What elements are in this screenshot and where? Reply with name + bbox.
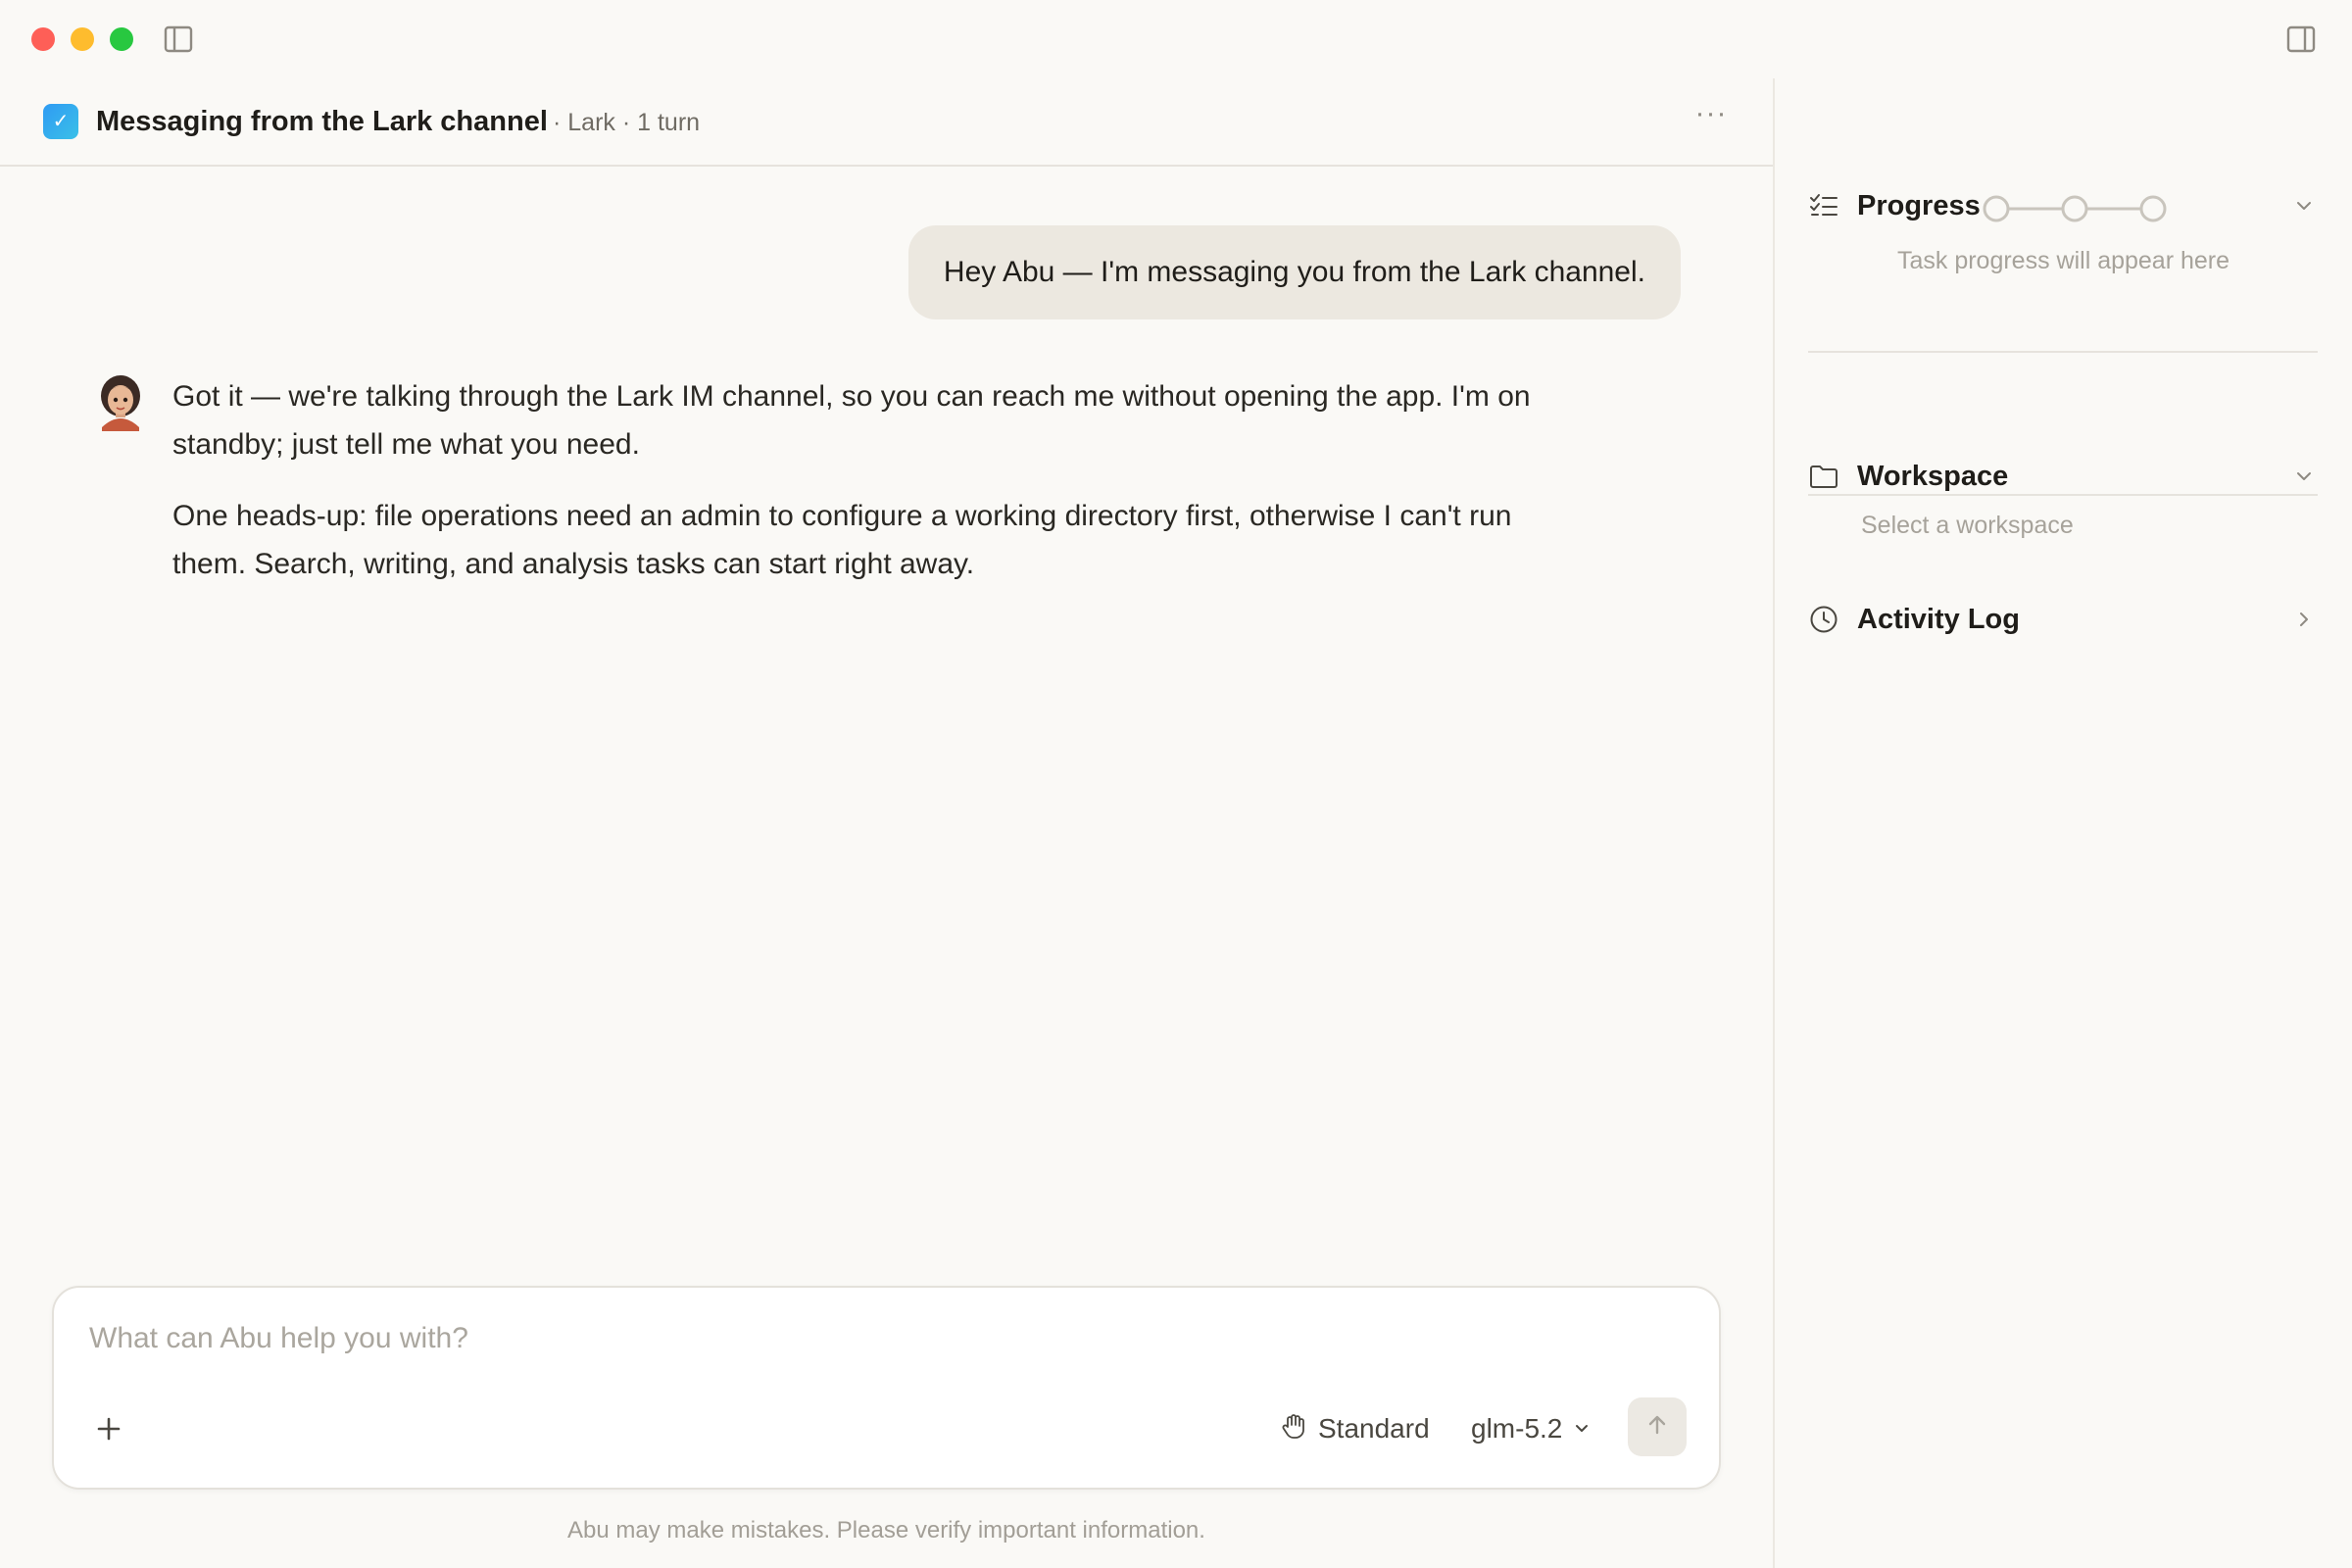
mode-selector[interactable]: Standard [1279,1409,1430,1448]
activity-log-section-header[interactable]: Activity Log [1808,600,2318,643]
progress-title: Progress [1857,190,1981,221]
window-close-button[interactable] [31,27,55,51]
mode-label: Standard [1318,1413,1430,1444]
sidebar-toggle-icon[interactable] [163,24,194,55]
workspace-title: Workspace [1857,461,2009,492]
chevron-down-icon [2290,192,2318,220]
conversation-title: Messaging from the Lark channel [96,106,548,137]
assistant-paragraph: One heads-up: file operations need an ad… [172,500,1512,580]
message-input[interactable] [87,1313,1679,1364]
hand-icon [1279,1411,1308,1447]
progress-steps-icon [1967,194,2202,223]
model-label: glm-5.2 [1471,1413,1563,1444]
model-selector[interactable]: glm-5.2 [1471,1409,1592,1448]
window-minimize-button[interactable] [71,27,94,51]
assistant-avatar [96,372,145,431]
checklist-icon [1808,190,1839,221]
lark-app-icon: ✓ [43,104,78,139]
workspace-select-link[interactable]: Select a workspace [1861,512,2074,540]
disclaimer-text: Abu may make mistakes. Please verify imp… [567,1517,1205,1544]
panel-toggle-icon[interactable] [2285,24,2317,55]
message-composer: Standard glm-5.2 [52,1286,1721,1490]
progress-empty-text: Task progress will appear here [1896,247,2230,274]
section-divider [1808,494,2318,496]
attach-plus-icon[interactable] [89,1409,128,1448]
chat-main: ✓ Messaging from the Lark channel · Lark… [0,78,1773,1568]
more-options-button[interactable]: ··· [1691,98,1731,137]
chevron-right-icon [2290,606,2318,633]
right-panel: Progress Task progress will appear here … [1775,78,2352,1568]
user-message: Hey Abu — I'm messaging you from the Lar… [907,225,1681,319]
clock-icon [1808,604,1839,635]
folder-icon [1808,461,1839,492]
conversation-header: ✓ Messaging from the Lark channel · Lark… [0,78,1773,167]
section-divider [1808,351,2318,353]
activity-log-title: Activity Log [1857,604,2020,635]
assistant-paragraph: Got it — we're talking through the Lark … [172,380,1531,461]
chevron-down-icon [2290,463,2318,490]
window-zoom-button[interactable] [110,27,133,51]
arrow-up-icon [1643,1411,1671,1444]
conversation-meta: · Lark · 1 turn [553,109,701,136]
chevron-down-icon [1572,1413,1592,1445]
assistant-text: Got it — we're talking through the Lark … [172,372,1544,612]
send-button[interactable] [1628,1397,1687,1456]
title-bar [0,0,2352,78]
